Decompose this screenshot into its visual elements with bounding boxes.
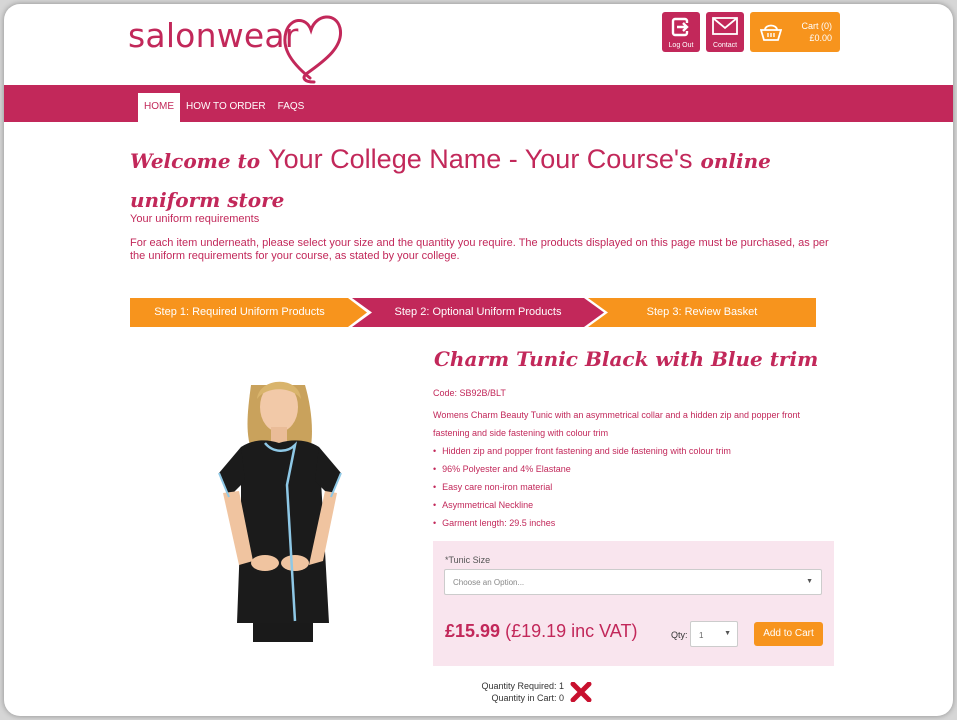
nav-item-how-to-order[interactable]: HOW TO ORDER xyxy=(180,93,272,122)
requirements-description: For each item underneath, please select … xyxy=(130,237,829,262)
cart-total: £0.00 xyxy=(809,33,832,43)
feature-item: 96% Polyester and 4% Elastane xyxy=(433,460,833,478)
product-code: Code: SB92B/BLT xyxy=(433,388,506,398)
step-2-optional[interactable]: Step 2: Optional Uniform Products xyxy=(352,298,604,327)
salonwear-logo[interactable]: salonwear xyxy=(128,6,368,86)
add-to-cart-button[interactable]: Add to Cart xyxy=(754,622,823,646)
logout-label: Log Out xyxy=(668,42,694,49)
contact-button[interactable]: Contact xyxy=(706,12,744,52)
chevron-down-icon: ▼ xyxy=(724,630,731,637)
step-1-required[interactable]: Step 1: Required Uniform Products xyxy=(130,298,367,327)
checkout-steps: Step 1: Required Uniform Products Step 2… xyxy=(130,298,816,327)
feature-item: Garment length: 29.5 inches xyxy=(433,514,833,532)
feature-item: Easy care non-iron material xyxy=(433,478,833,496)
welcome-suffix-1: online xyxy=(700,149,771,173)
cart-count: Cart (0) xyxy=(801,21,832,31)
size-select[interactable]: Choose an Option... ▼ xyxy=(444,569,822,595)
step-3-review[interactable]: Step 3: Review Basket xyxy=(588,298,816,327)
cross-icon xyxy=(570,682,592,702)
step-3-label: Step 3: Review Basket xyxy=(646,306,758,318)
quantity-required: Quantity Required: 1 xyxy=(481,681,564,691)
chevron-down-icon: ▼ xyxy=(806,578,813,585)
welcome-prefix: Welcome to xyxy=(130,149,261,173)
main-nav: HOME HOW TO ORDER FAQS xyxy=(138,93,310,122)
welcome-heading: Welcome to Your College Name - Your Cours… xyxy=(130,141,830,221)
tunic-model-illustration xyxy=(218,381,342,642)
size-label: *Tunic Size xyxy=(445,555,491,565)
size-select-value: Choose an Option... xyxy=(453,578,525,587)
step-1-label: Step 1: Required Uniform Products xyxy=(154,306,325,318)
feature-item: Hidden zip and popper front fastening an… xyxy=(433,442,833,460)
qty-label: Qty: xyxy=(671,630,688,640)
nav-item-faqs[interactable]: FAQS xyxy=(272,93,311,122)
college-name: Your College Name - Your Course's xyxy=(268,144,693,174)
quantity-in-cart: Quantity in Cart: 0 xyxy=(491,693,564,703)
product-image xyxy=(183,365,372,642)
nav-bar: HOME HOW TO ORDER FAQS xyxy=(4,85,953,122)
price-ex-vat: £15.99 xyxy=(445,621,501,641)
product-options-box: *Tunic Size Choose an Option... ▼ £15.99… xyxy=(433,541,834,666)
browser-frame: salonwear Log Out Contact Cart (0) £0.00 xyxy=(4,4,953,716)
requirements-title: Your uniform requirements xyxy=(130,213,260,225)
product-title: Charm Tunic Black with Blue trim xyxy=(434,347,819,371)
basket-icon xyxy=(760,24,782,41)
price-display: £15.99 (£19.19 inc VAT) xyxy=(445,621,637,642)
qty-select-value: 1 xyxy=(699,631,704,640)
nav-item-home[interactable]: HOME xyxy=(138,93,180,122)
cart-summary: Cart (0) £0.00 xyxy=(801,20,832,44)
product-description: Womens Charm Beauty Tunic with an asymme… xyxy=(433,410,801,438)
logout-button[interactable]: Log Out xyxy=(662,12,700,52)
logout-icon xyxy=(671,17,689,37)
step-2-label: Step 2: Optional Uniform Products xyxy=(394,306,562,318)
envelope-icon xyxy=(712,17,738,35)
product-features: Hidden zip and popper front fastening an… xyxy=(433,442,833,532)
welcome-suffix-2: uniform store xyxy=(130,188,285,212)
cart-button[interactable]: Cart (0) £0.00 xyxy=(750,12,840,52)
qty-select[interactable]: 1 ▼ xyxy=(690,621,738,647)
contact-label: Contact xyxy=(712,42,738,49)
price-inc-vat: (£19.19 inc VAT) xyxy=(505,621,638,641)
logo-text: salonwear xyxy=(128,16,299,55)
feature-item: Asymmetrical Neckline xyxy=(433,496,833,514)
quantity-info: Quantity Required: 1 Quantity in Cart: 0 xyxy=(434,680,564,704)
heart-logo-icon xyxy=(283,15,343,84)
